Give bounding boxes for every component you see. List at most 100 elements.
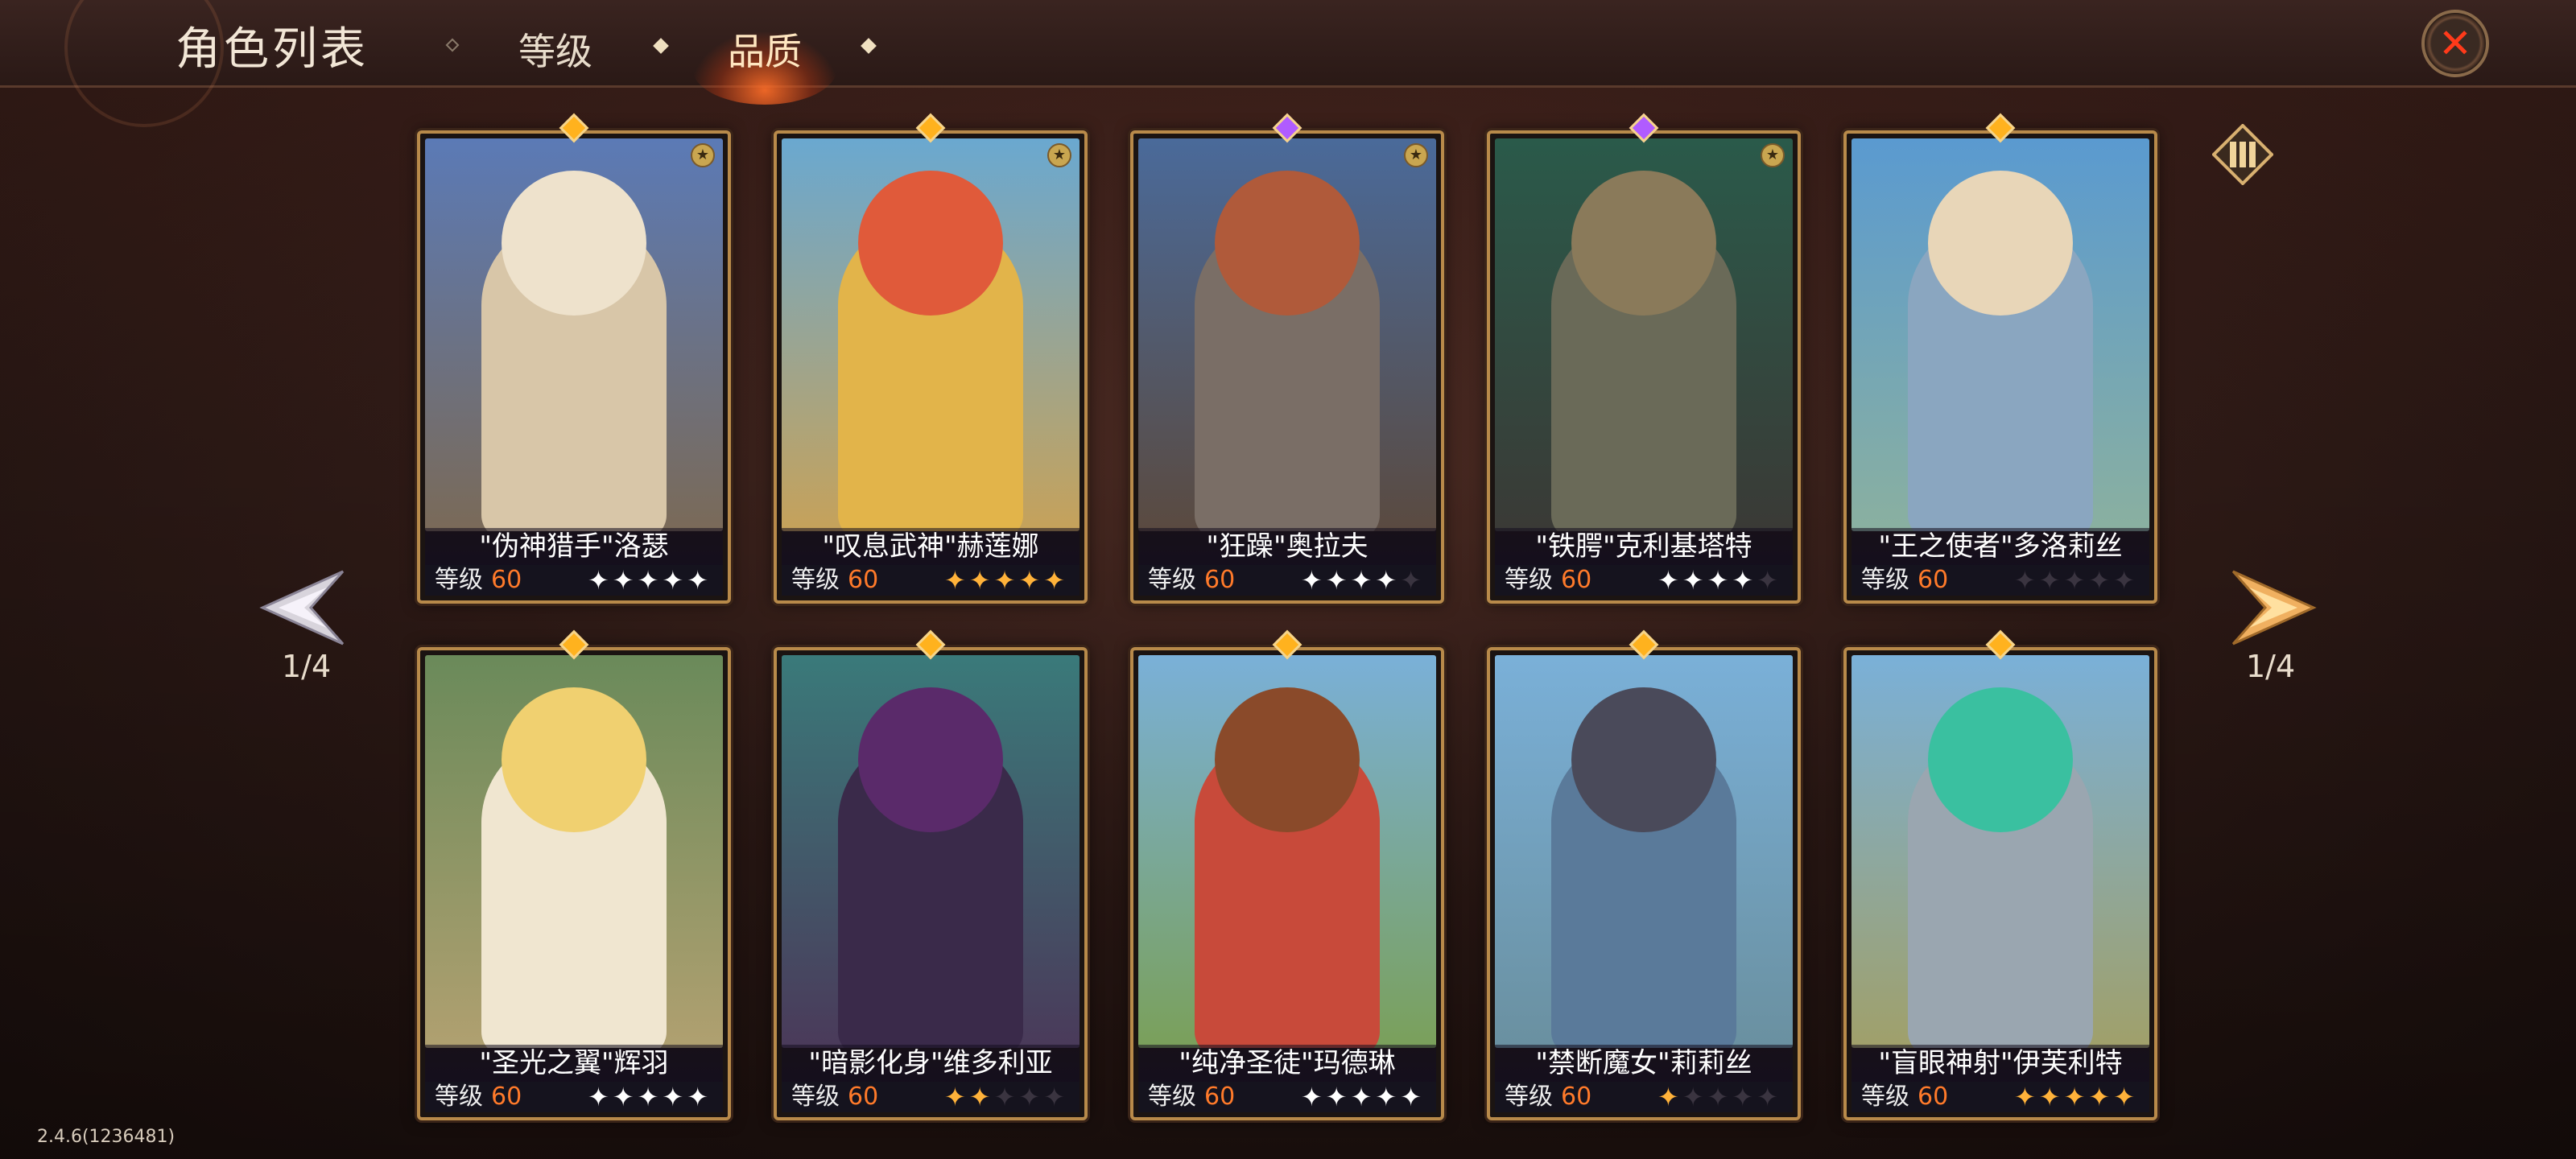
next-page-button[interactable] (2225, 555, 2322, 660)
tab-separator-icon (445, 38, 460, 52)
star-icon: ✦ (2088, 1082, 2114, 1112)
character-name: "纯净圣徒"玛德琳 (1138, 1045, 1436, 1082)
star-icon: ✦ (1043, 565, 1068, 596)
character-info-bar: 等级 60 ✦✦✦✦✦ (425, 1082, 723, 1112)
star-icon: ✦ (662, 1082, 687, 1112)
character-card[interactable]: "暗影化身"维多利亚 等级 60 ✦✦✦✦✦ (774, 629, 1088, 1120)
character-head (502, 687, 646, 832)
star-icon: ✦ (2038, 1082, 2064, 1112)
level-value: 60 (1204, 1083, 1236, 1111)
character-name: "铁腭"克利基塔特 (1495, 528, 1793, 565)
star-icon: ✦ (1375, 565, 1401, 596)
character-card[interactable]: "盲眼神射"伊芙利特 等级 60 ✦✦✦✦✦ (1843, 629, 2157, 1120)
star-badge-icon: ★ (1761, 143, 1785, 167)
star-icon: ✦ (612, 1082, 638, 1112)
character-portrait (425, 138, 723, 531)
star-icon: ✦ (1707, 565, 1732, 596)
star-rating: ✦✦✦✦✦ (2014, 1082, 2138, 1112)
prev-page-button[interactable] (254, 555, 351, 660)
star-rating: ✦✦✦✦✦ (1301, 1082, 1425, 1112)
list-view-icon[interactable] (2212, 124, 2273, 185)
character-head (1571, 687, 1716, 832)
star-icon: ✦ (637, 565, 663, 596)
character-name: "伪神猎手"洛瑟 (425, 528, 723, 565)
character-card[interactable]: ★ "伪神猎手"洛瑟 等级 60 ✦✦✦✦✦ (417, 113, 731, 604)
star-icon: ✦ (1657, 1082, 1682, 1112)
star-icon: ✦ (2088, 565, 2114, 596)
character-name: "狂躁"奥拉夫 (1138, 528, 1436, 565)
star-icon: ✦ (968, 565, 994, 596)
level-value: 60 (491, 1083, 522, 1111)
star-rating: ✦✦✦✦✦ (944, 565, 1068, 596)
star-rating: ✦✦✦✦✦ (1657, 565, 1781, 596)
version-label: 2.4.6(1236481) (37, 1127, 175, 1147)
star-icon: ✦ (1757, 565, 1781, 596)
character-card[interactable]: ★ "狂躁"奥拉夫 等级 60 ✦✦✦✦✦ (1130, 113, 1444, 604)
tab-quality[interactable]: 品质 (728, 23, 802, 76)
star-icon: ✦ (1325, 565, 1351, 596)
star-icon: ✦ (2038, 565, 2064, 596)
level-value: 60 (491, 566, 522, 594)
star-icon: ✦ (968, 1082, 994, 1112)
star-icon: ✦ (662, 565, 687, 596)
star-icon: ✦ (1043, 1082, 1068, 1112)
character-head (858, 687, 1003, 832)
star-icon: ✦ (943, 1082, 969, 1112)
character-info-bar: 等级 60 ✦✦✦✦✦ (782, 565, 1080, 596)
arrow-right-icon (2231, 570, 2317, 645)
character-info-bar: 等级 60 ✦✦✦✦✦ (1138, 1082, 1436, 1112)
character-info-bar: 等级 60 ✦✦✦✦✦ (1852, 565, 2149, 596)
star-icon: ✦ (1350, 1082, 1376, 1112)
level-value: 60 (848, 1083, 879, 1111)
character-card[interactable]: "纯净圣徒"玛德琳 等级 60 ✦✦✦✦✦ (1130, 629, 1444, 1120)
character-portrait (1138, 655, 1436, 1048)
star-icon: ✦ (2063, 565, 2089, 596)
level-value: 60 (1918, 566, 1949, 594)
star-icon: ✦ (637, 1082, 663, 1112)
tab-level[interactable]: 等级 (518, 23, 592, 76)
page-indicator-right: 1/4 (2246, 649, 2296, 684)
character-head (1571, 171, 1716, 316)
character-portrait (1495, 138, 1793, 531)
level-value: 60 (1561, 1083, 1592, 1111)
character-card[interactable]: "禁断魔女"莉莉丝 等级 60 ✦✦✦✦✦ (1487, 629, 1801, 1120)
star-rating: ✦✦✦✦✦ (1657, 1082, 1781, 1112)
character-name: "禁断魔女"莉莉丝 (1495, 1045, 1793, 1082)
star-badge-icon: ★ (691, 143, 715, 167)
character-name: "叹息武神"赫莲娜 (782, 528, 1080, 565)
star-icon: ✦ (2013, 1082, 2039, 1112)
level-value: 60 (1561, 566, 1592, 594)
star-icon: ✦ (1732, 1082, 1757, 1112)
character-info-bar: 等级 60 ✦✦✦✦✦ (1138, 565, 1436, 596)
character-card[interactable]: "王之使者"多洛莉丝 等级 60 ✦✦✦✦✦ (1843, 113, 2157, 604)
level-label: 等级 (791, 1083, 840, 1111)
tab-separator-icon (861, 38, 877, 54)
level-value: 60 (1204, 566, 1236, 594)
character-head (1215, 171, 1360, 316)
page-title: 角色列表 (175, 23, 369, 76)
top-bar: 角色列表 等级 品质 ✕ (0, 0, 2576, 127)
character-card[interactable]: "圣光之翼"辉羽 等级 60 ✦✦✦✦✦ (417, 629, 731, 1120)
star-icon: ✦ (1682, 1082, 1707, 1112)
character-head (858, 171, 1003, 316)
level-label: 等级 (1505, 566, 1553, 594)
star-icon: ✦ (2113, 1082, 2138, 1112)
character-info-bar: 等级 60 ✦✦✦✦✦ (425, 565, 723, 596)
character-info-bar: 等级 60 ✦✦✦✦✦ (1495, 565, 1793, 596)
star-icon: ✦ (1018, 1082, 1044, 1112)
character-card[interactable]: ★ "铁腭"克利基塔特 等级 60 ✦✦✦✦✦ (1487, 113, 1801, 604)
level-value: 60 (1918, 1083, 1949, 1111)
star-rating: ✦✦✦✦✦ (2014, 565, 2138, 596)
tab-separator-icon (653, 38, 669, 54)
level-label: 等级 (435, 566, 483, 594)
star-icon: ✦ (687, 565, 712, 596)
star-icon: ✦ (993, 1082, 1019, 1112)
star-icon: ✦ (943, 565, 969, 596)
star-icon: ✦ (1300, 1082, 1326, 1112)
close-button[interactable]: ✕ (2421, 10, 2489, 77)
star-icon: ✦ (587, 565, 613, 596)
character-card[interactable]: ★ "叹息武神"赫莲娜 等级 60 ✦✦✦✦✦ (774, 113, 1088, 604)
character-portrait (1495, 655, 1793, 1048)
star-icon: ✦ (1018, 565, 1044, 596)
star-icon: ✦ (687, 1082, 712, 1112)
